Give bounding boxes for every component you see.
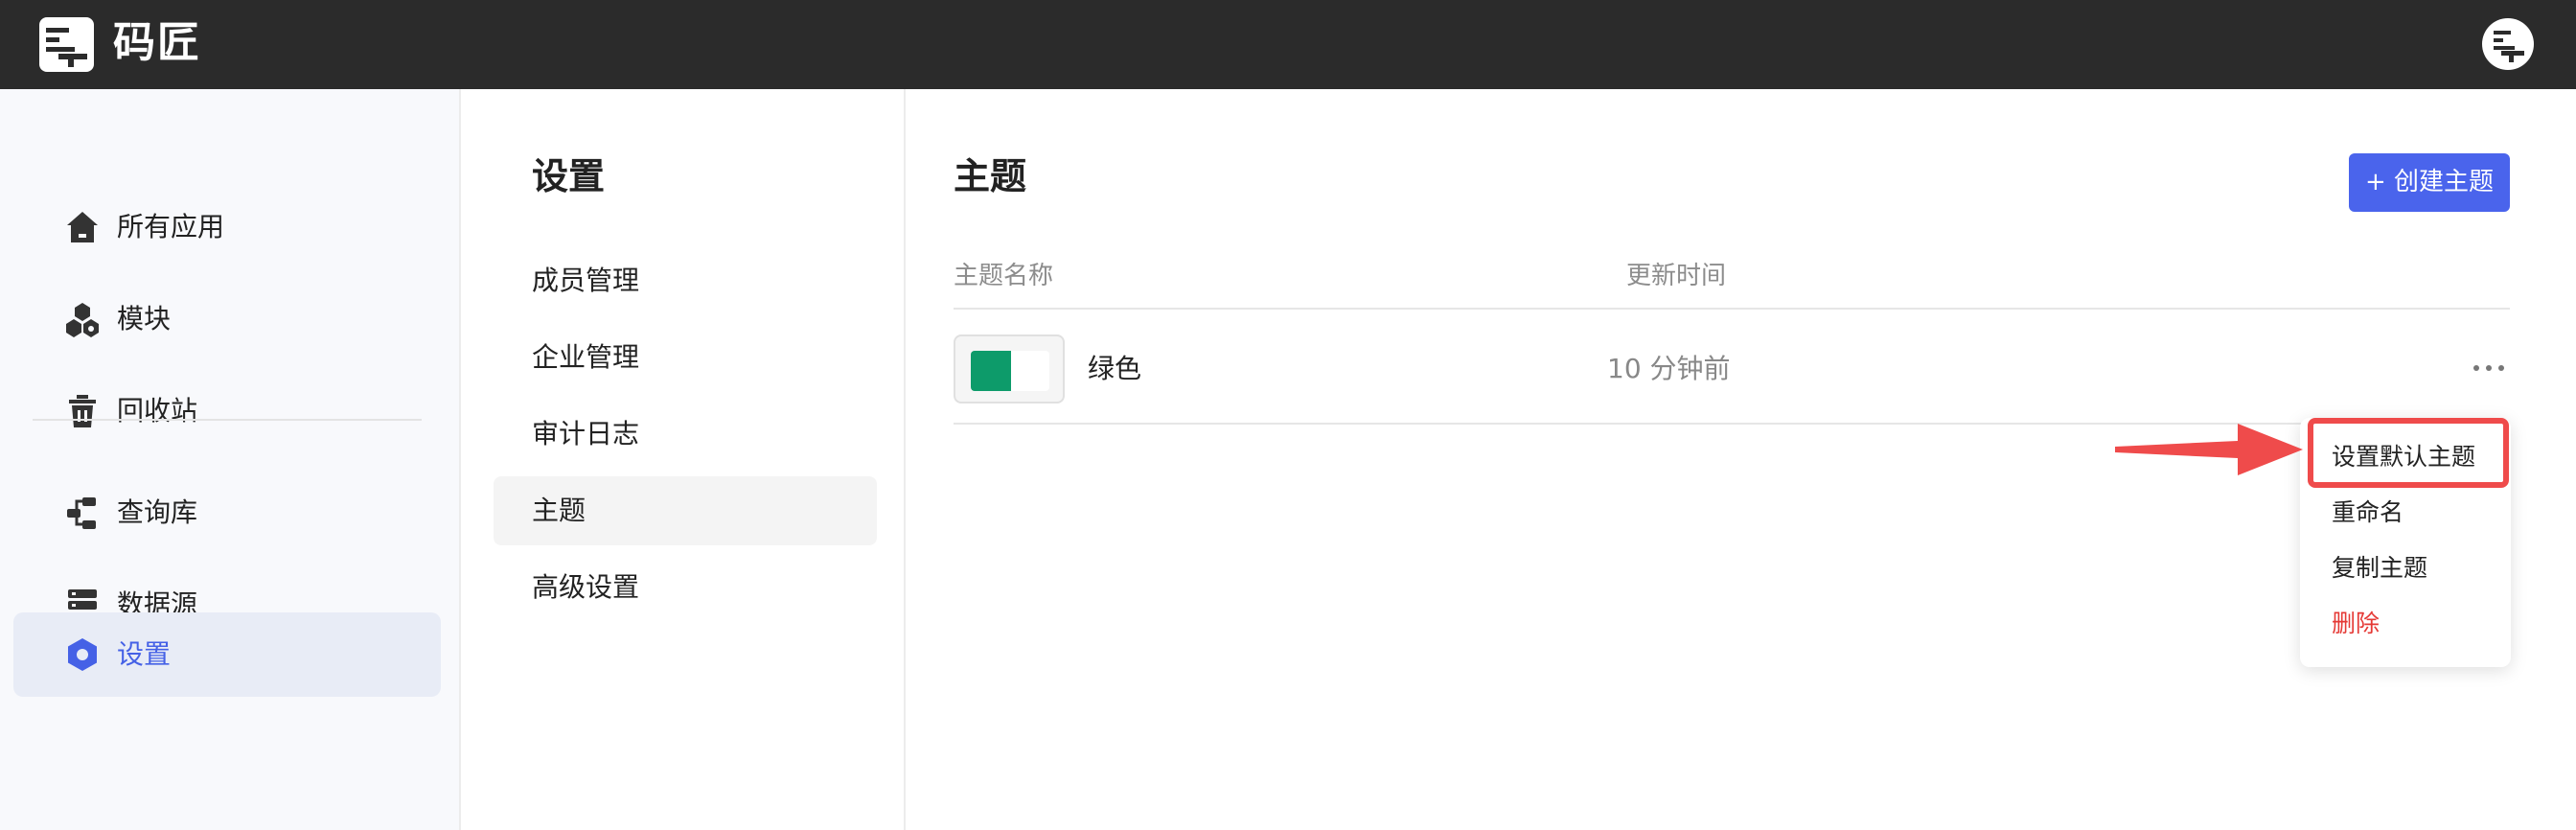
- sidebar-item-query-library[interactable]: 查询库: [13, 471, 441, 555]
- column-header-name: 主题名称: [954, 262, 1054, 290]
- settings-item-advanced[interactable]: 高级设置: [494, 553, 877, 622]
- home-icon: [67, 212, 98, 242]
- menu-item-duplicate-theme[interactable]: 复制主题: [2332, 552, 2427, 585]
- settings-item-members[interactable]: 成员管理: [494, 246, 877, 315]
- modules-icon: [66, 303, 99, 337]
- create-theme-button[interactable]: + 创建主题: [2349, 153, 2510, 212]
- trash-icon: [69, 395, 96, 427]
- sidebar-item-all-apps[interactable]: 所有应用: [13, 185, 441, 269]
- swatch-primary-color: [971, 351, 1011, 391]
- settings-item-label: 主题: [532, 495, 586, 526]
- sidebar-item-label: 所有应用: [117, 211, 225, 242]
- sidebar-item-settings[interactable]: 设置: [13, 612, 441, 697]
- annotation-arrow-icon: [2115, 424, 2303, 475]
- user-avatar-icon: [2494, 31, 2524, 62]
- top-bar: 码匠: [0, 0, 2576, 89]
- logo-icon: [46, 28, 87, 67]
- menu-item-delete[interactable]: 删除: [2332, 608, 2380, 640]
- settings-title: 设置: [532, 155, 606, 197]
- settings-item-label: 审计日志: [532, 418, 640, 450]
- avatar[interactable]: [2482, 18, 2534, 70]
- sidebar-item-recycle-bin[interactable]: 回收站: [13, 369, 441, 453]
- theme-updated-time: 10 分钟前: [1607, 353, 1731, 384]
- sidebar-item-label: 模块: [117, 303, 172, 334]
- page-title: 主题: [954, 155, 1027, 197]
- settings-item-audit-log[interactable]: 审计日志: [494, 400, 877, 469]
- sidebar-item-label: 查询库: [117, 496, 198, 528]
- sidebar-divider: [33, 419, 422, 421]
- sidebar: 所有应用 模块 回收站 查询库 数据源 设置: [0, 89, 461, 830]
- swatch-secondary-color: [1011, 351, 1049, 391]
- theme-color-swatch: [954, 334, 1065, 403]
- more-dot: [2486, 365, 2492, 371]
- annotation-highlight-box: [2308, 418, 2509, 488]
- sidebar-item-modules[interactable]: 模块: [13, 277, 441, 361]
- query-library-icon: [67, 497, 96, 529]
- more-dot: [2498, 365, 2504, 371]
- settings-menu: 设置 成员管理 企业管理 审计日志 主题 高级设置: [463, 89, 906, 830]
- column-header-updated: 更新时间: [1626, 262, 1727, 290]
- theme-name: 绿色: [1088, 353, 1142, 384]
- settings-icon: [68, 638, 97, 671]
- settings-item-enterprise[interactable]: 企业管理: [494, 323, 877, 392]
- menu-item-rename[interactable]: 重命名: [2332, 496, 2404, 529]
- sidebar-item-label: 回收站: [117, 395, 198, 427]
- settings-item-themes[interactable]: 主题: [494, 476, 877, 545]
- more-options-button[interactable]: [2470, 354, 2508, 382]
- more-dot: [2473, 365, 2479, 371]
- settings-item-label: 企业管理: [532, 341, 640, 373]
- logo[interactable]: [39, 17, 94, 72]
- brand-name: 码匠: [113, 18, 201, 67]
- sidebar-item-label: 设置: [117, 638, 172, 670]
- settings-item-label: 成员管理: [532, 265, 640, 296]
- table-header-divider: [954, 308, 2510, 310]
- settings-item-label: 高级设置: [532, 571, 640, 603]
